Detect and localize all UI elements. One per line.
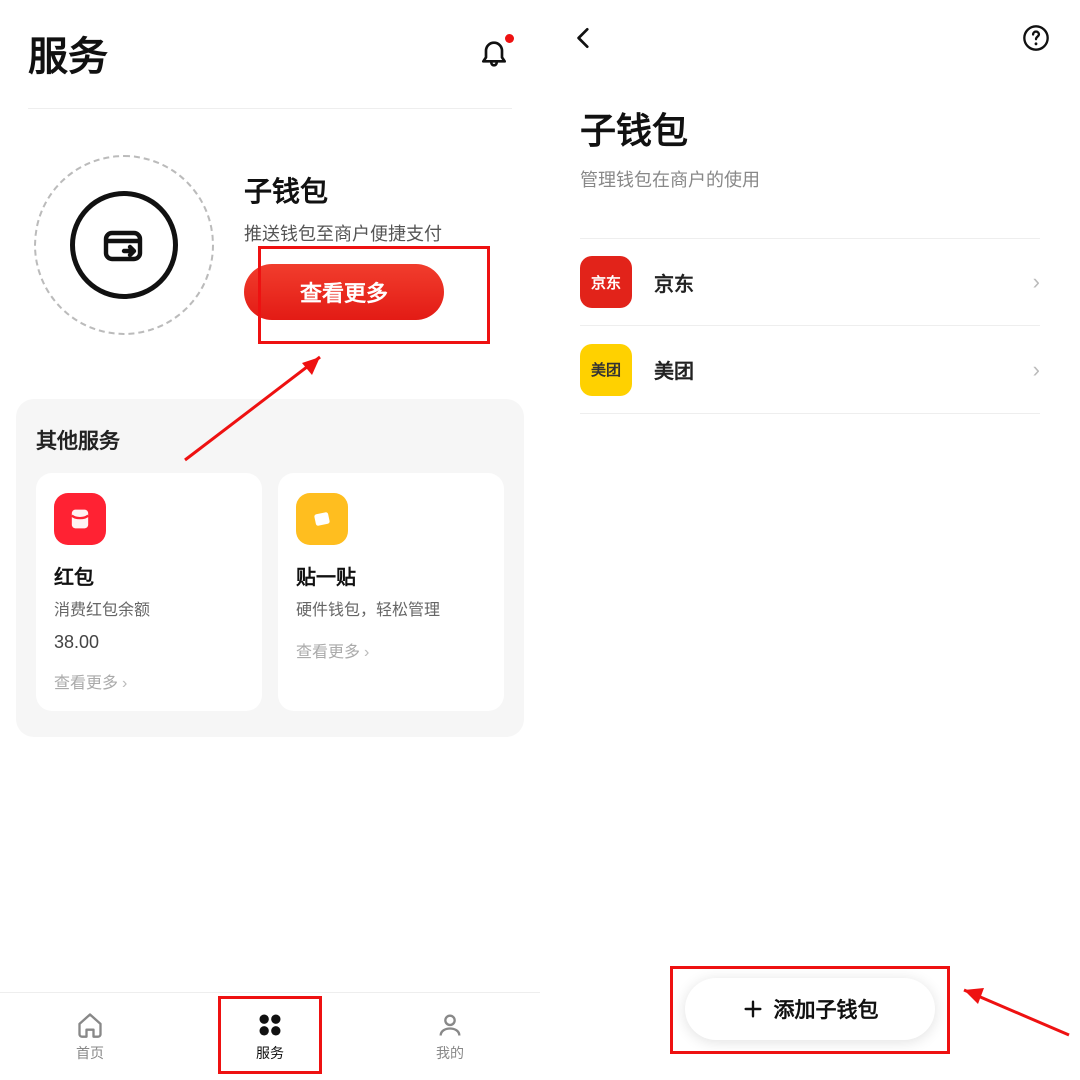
merchant-row-jd[interactable]: 京东 京东 › xyxy=(580,238,1040,326)
page-title: 子钱包 xyxy=(580,102,1040,154)
jd-logo-icon: 京东 xyxy=(580,256,632,308)
notifications-button[interactable] xyxy=(478,36,512,70)
nfc-card-icon xyxy=(296,493,348,545)
subwallet-section: 子钱包 推送钱包至商户便捷支付 查看更多 xyxy=(0,109,540,359)
grid-icon xyxy=(256,1011,284,1039)
service-more-link[interactable]: 查看更多 xyxy=(296,638,486,662)
subwallet-info: 子钱包 推送钱包至商户便捷支付 查看更多 xyxy=(244,170,512,320)
subwallet-subtitle: 推送钱包至商户便捷支付 xyxy=(244,220,512,246)
home-icon xyxy=(76,1011,104,1039)
chevron-right-icon: › xyxy=(1033,357,1040,383)
service-name: 红包 xyxy=(54,561,244,590)
merchant-list: 京东 京东 › 美团 美团 › xyxy=(540,238,1080,414)
other-services-title: 其他服务 xyxy=(36,425,504,455)
tab-services[interactable]: 服务 xyxy=(180,993,360,1080)
chevron-left-icon xyxy=(571,25,597,51)
service-amount: 38.00 xyxy=(54,632,244,653)
merchant-name: 美团 xyxy=(654,355,1011,384)
header xyxy=(540,0,1080,62)
merchant-name: 京东 xyxy=(654,268,1011,297)
other-services-grid: 红包 消费红包余额 38.00 查看更多 贴一贴 硬件钱包，轻松管理 查看更多 xyxy=(36,473,504,711)
help-button[interactable] xyxy=(1020,22,1052,54)
service-sub: 消费红包余额 xyxy=(54,600,244,622)
merchant-row-meituan[interactable]: 美团 美团 › xyxy=(580,326,1040,414)
tab-profile[interactable]: 我的 xyxy=(360,993,540,1080)
service-name: 贴一贴 xyxy=(296,561,486,590)
tab-label: 我的 xyxy=(436,1043,464,1063)
tab-home[interactable]: 首页 xyxy=(0,993,180,1080)
other-services-card: 其他服务 红包 消费红包余额 38.00 查看更多 贴一贴 硬件钱包，轻松管理 … xyxy=(16,399,524,737)
header: 服务 xyxy=(0,0,540,94)
add-subwallet-label: 添加子钱包 xyxy=(774,994,879,1024)
person-icon xyxy=(436,1011,464,1039)
service-sub: 硬件钱包，轻松管理 xyxy=(296,600,486,622)
title-block: 子钱包 管理钱包在商户的使用 xyxy=(540,62,1080,192)
service-more-link[interactable]: 查看更多 xyxy=(54,669,244,693)
subwallet-graphic xyxy=(34,155,214,335)
page-subtitle: 管理钱包在商户的使用 xyxy=(580,166,1040,192)
tab-label: 首页 xyxy=(76,1043,104,1063)
page-title: 服务 xyxy=(28,24,108,82)
view-more-button[interactable]: 查看更多 xyxy=(244,264,444,320)
subwallet-title: 子钱包 xyxy=(244,170,512,210)
service-card-tieyitie[interactable]: 贴一贴 硬件钱包，轻松管理 查看更多 xyxy=(278,473,504,711)
help-circle-icon xyxy=(1022,24,1050,52)
add-subwallet-button[interactable]: 添加子钱包 xyxy=(685,978,935,1040)
wallet-arrow-icon xyxy=(100,221,148,269)
meituan-logo-icon: 美团 xyxy=(580,344,632,396)
service-card-hongbao[interactable]: 红包 消费红包余额 38.00 查看更多 xyxy=(36,473,262,711)
tab-label: 服务 xyxy=(256,1043,284,1063)
annotation-arrow-icon xyxy=(954,960,1074,1040)
notification-dot-icon xyxy=(505,34,514,43)
back-button[interactable] xyxy=(568,22,600,54)
tab-bar: 首页 服务 我的 xyxy=(0,992,540,1080)
wallet-circle-icon xyxy=(70,191,178,299)
plus-icon xyxy=(742,998,764,1020)
chevron-right-icon: › xyxy=(1033,269,1040,295)
screen-subwallet: 子钱包 管理钱包在商户的使用 京东 京东 › 美团 美团 › 添加子钱包 xyxy=(540,0,1080,1080)
red-packet-icon xyxy=(54,493,106,545)
screen-services: 服务 子钱包 推送钱包至商户便捷支付 查看更多 xyxy=(0,0,540,1080)
